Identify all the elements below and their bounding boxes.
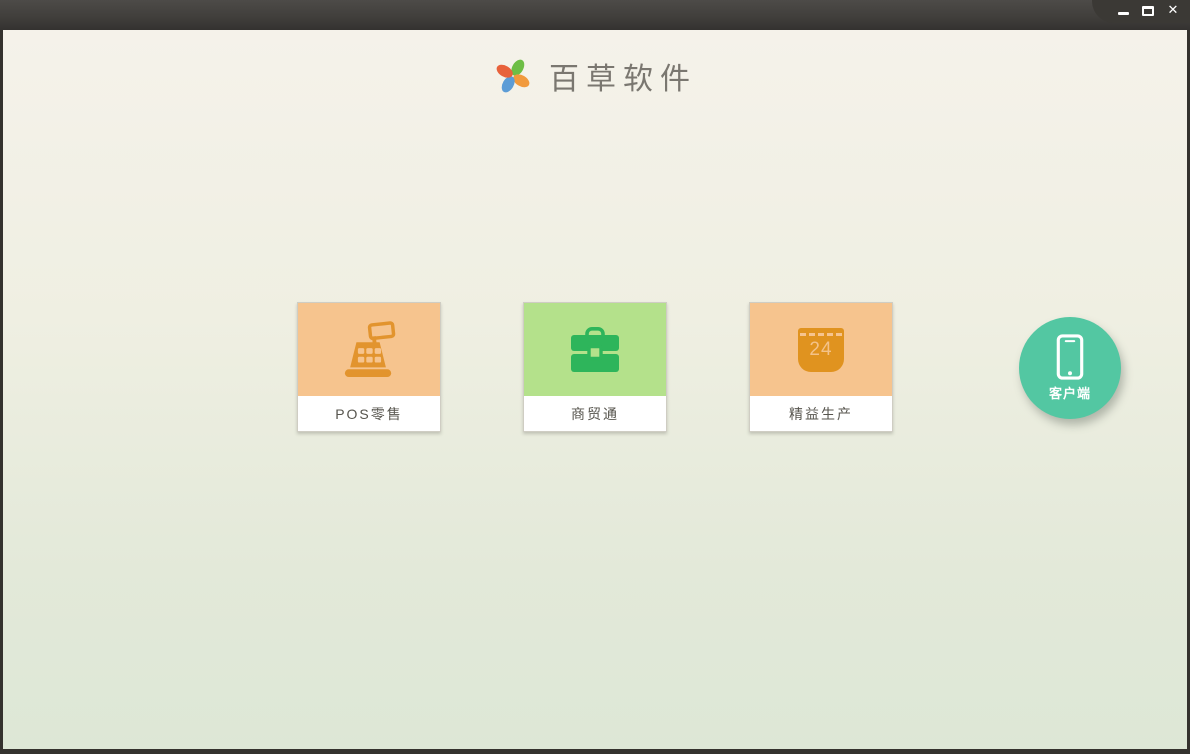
app-title: 百草软件 <box>549 62 697 97</box>
client-button-label: 客户端 <box>1048 386 1091 401</box>
calendar-24-icon: 24 <box>798 327 844 372</box>
window-controls: ✕ <box>1092 0 1190 23</box>
product-card-trade[interactable]: 商贸通 <box>523 302 667 432</box>
product-card-lean-label: 精益生产 <box>789 405 853 422</box>
product-card-trade-top <box>524 303 666 396</box>
smartphone-icon <box>1056 334 1084 380</box>
calendar-dash-line <box>800 332 842 336</box>
maximize-icon[interactable] <box>1141 4 1155 18</box>
title-bar[interactable]: ✕ <box>0 0 1190 30</box>
brand-header: 百草软件 <box>3 54 1187 98</box>
main-content: 百草软件 POS零售 商贸通 24 精益生产 客户端 <box>3 30 1187 749</box>
pinwheel-logo-icon <box>496 59 530 93</box>
close-icon[interactable]: ✕ <box>1166 3 1180 18</box>
product-card-lean-top: 24 <box>750 303 892 396</box>
minimize-icon[interactable] <box>1116 4 1130 18</box>
product-card-lean[interactable]: 24 精益生产 <box>749 302 893 432</box>
cash-register-icon <box>344 320 396 377</box>
product-card-pos[interactable]: POS零售 <box>297 302 441 432</box>
product-card-pos-top <box>298 303 440 396</box>
product-card-trade-label: 商贸通 <box>571 405 619 422</box>
briefcase-icon <box>571 326 619 372</box>
calendar-number: 24 <box>809 338 833 360</box>
client-button[interactable]: 客户端 <box>1019 317 1121 419</box>
product-card-pos-label: POS零售 <box>335 405 403 422</box>
app-window: { "window": { "controls": [ { "name": "m… <box>0 0 1190 754</box>
